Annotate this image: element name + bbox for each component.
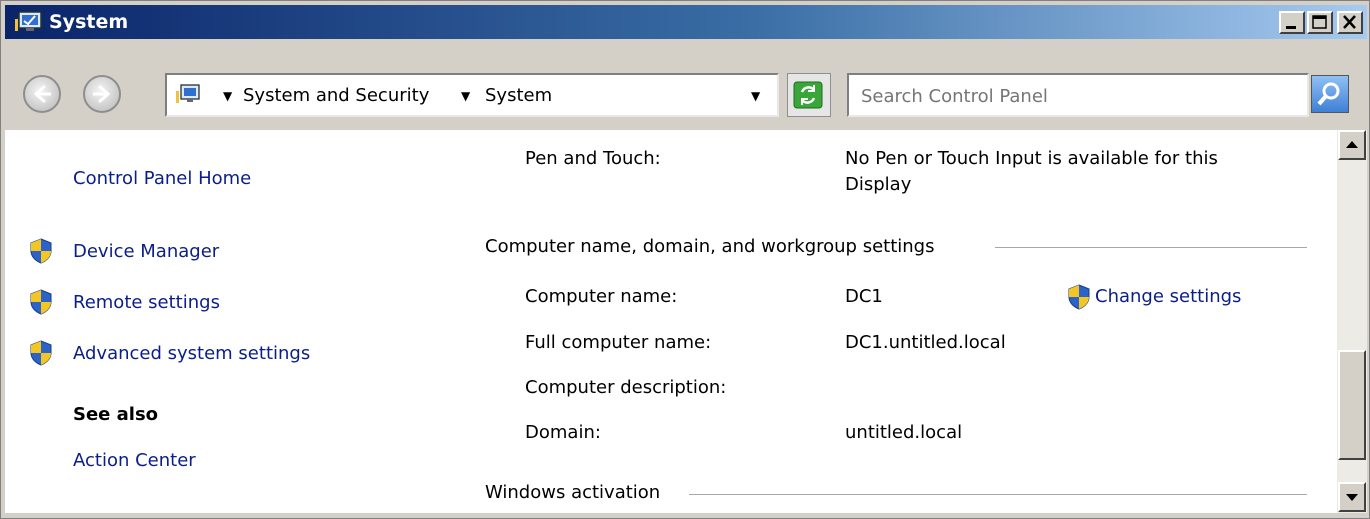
sidebar-item-advanced-system-settings[interactable]: Advanced system settings (73, 343, 310, 364)
address-dropdown-icon[interactable]: ▼ (751, 89, 760, 103)
windows-activation-section-title: Windows activation (485, 482, 667, 503)
address-bar[interactable]: ▼ System and Security ▼ System ▼ (165, 73, 779, 117)
back-arrow-icon (33, 84, 51, 104)
uac-shield-icon (1068, 284, 1090, 310)
scroll-up-arrow-icon (1346, 141, 1358, 148)
refresh-icon (793, 81, 823, 109)
pen-touch-value-cont: Display (845, 174, 912, 195)
uac-shield-icon (30, 289, 52, 315)
sidebar-item-remote-settings[interactable]: Remote settings (73, 292, 220, 313)
minimize-icon (1286, 26, 1296, 29)
change-settings-link[interactable]: Change settings (1095, 286, 1241, 307)
breadcrumb-separator-icon[interactable]: ▼ (461, 89, 470, 103)
see-also-action-center-link[interactable]: Action Center (73, 450, 196, 471)
section-divider (689, 494, 1307, 495)
domain-value: untitled.local (845, 422, 963, 443)
minimize-button[interactable] (1279, 11, 1305, 34)
see-also-heading: See also (73, 404, 159, 425)
full-computer-name-value: DC1.untitled.local (845, 332, 1006, 353)
breadcrumb-system-and-security[interactable]: System and Security (243, 85, 429, 106)
uac-shield-icon (30, 238, 52, 264)
scroll-down-button[interactable] (1338, 482, 1366, 512)
content-pane: Control Panel Home Device Manager Remote… (5, 130, 1337, 513)
section-divider (995, 247, 1307, 248)
maximize-icon (1312, 15, 1327, 29)
domain-label: Domain: (525, 422, 601, 443)
pen-touch-label: Pen and Touch: (525, 148, 661, 169)
control-panel-home-link[interactable]: Control Panel Home (73, 168, 251, 189)
title-bar[interactable]: System (5, 5, 1367, 39)
system-window: System ▼ System and Security ▼ System ▼ (0, 0, 1370, 519)
forward-arrow-icon (93, 84, 111, 104)
scroll-down-arrow-icon (1346, 494, 1358, 501)
search-input[interactable] (859, 83, 1303, 109)
search-box[interactable] (847, 73, 1309, 117)
close-icon (1343, 15, 1356, 29)
system-computer-icon (15, 11, 42, 31)
maximize-button[interactable] (1307, 11, 1333, 34)
computer-settings-section-title: Computer name, domain, and workgroup set… (485, 236, 941, 257)
pen-touch-value: No Pen or Touch Input is available for t… (845, 148, 1218, 169)
close-button[interactable] (1337, 11, 1363, 34)
scroll-up-button[interactable] (1338, 130, 1366, 160)
vertical-scrollbar[interactable] (1337, 130, 1367, 513)
breadcrumb-separator-icon[interactable]: ▼ (223, 89, 232, 103)
uac-shield-icon (30, 340, 52, 366)
forward-button[interactable] (83, 75, 121, 113)
control-panel-icon (176, 84, 200, 103)
search-icon (1317, 82, 1340, 106)
sidebar-item-device-manager[interactable]: Device Manager (73, 241, 219, 262)
full-computer-name-label: Full computer name: (525, 332, 712, 353)
computer-name-label: Computer name: (525, 286, 678, 307)
refresh-button[interactable] (787, 73, 831, 117)
breadcrumb-system[interactable]: System (485, 85, 552, 106)
computer-name-value: DC1 (845, 286, 883, 307)
computer-description-label: Computer description: (525, 377, 727, 398)
back-button[interactable] (23, 75, 61, 113)
scroll-thumb[interactable] (1338, 350, 1366, 460)
window-title: System (49, 11, 129, 33)
search-button[interactable] (1311, 75, 1349, 113)
